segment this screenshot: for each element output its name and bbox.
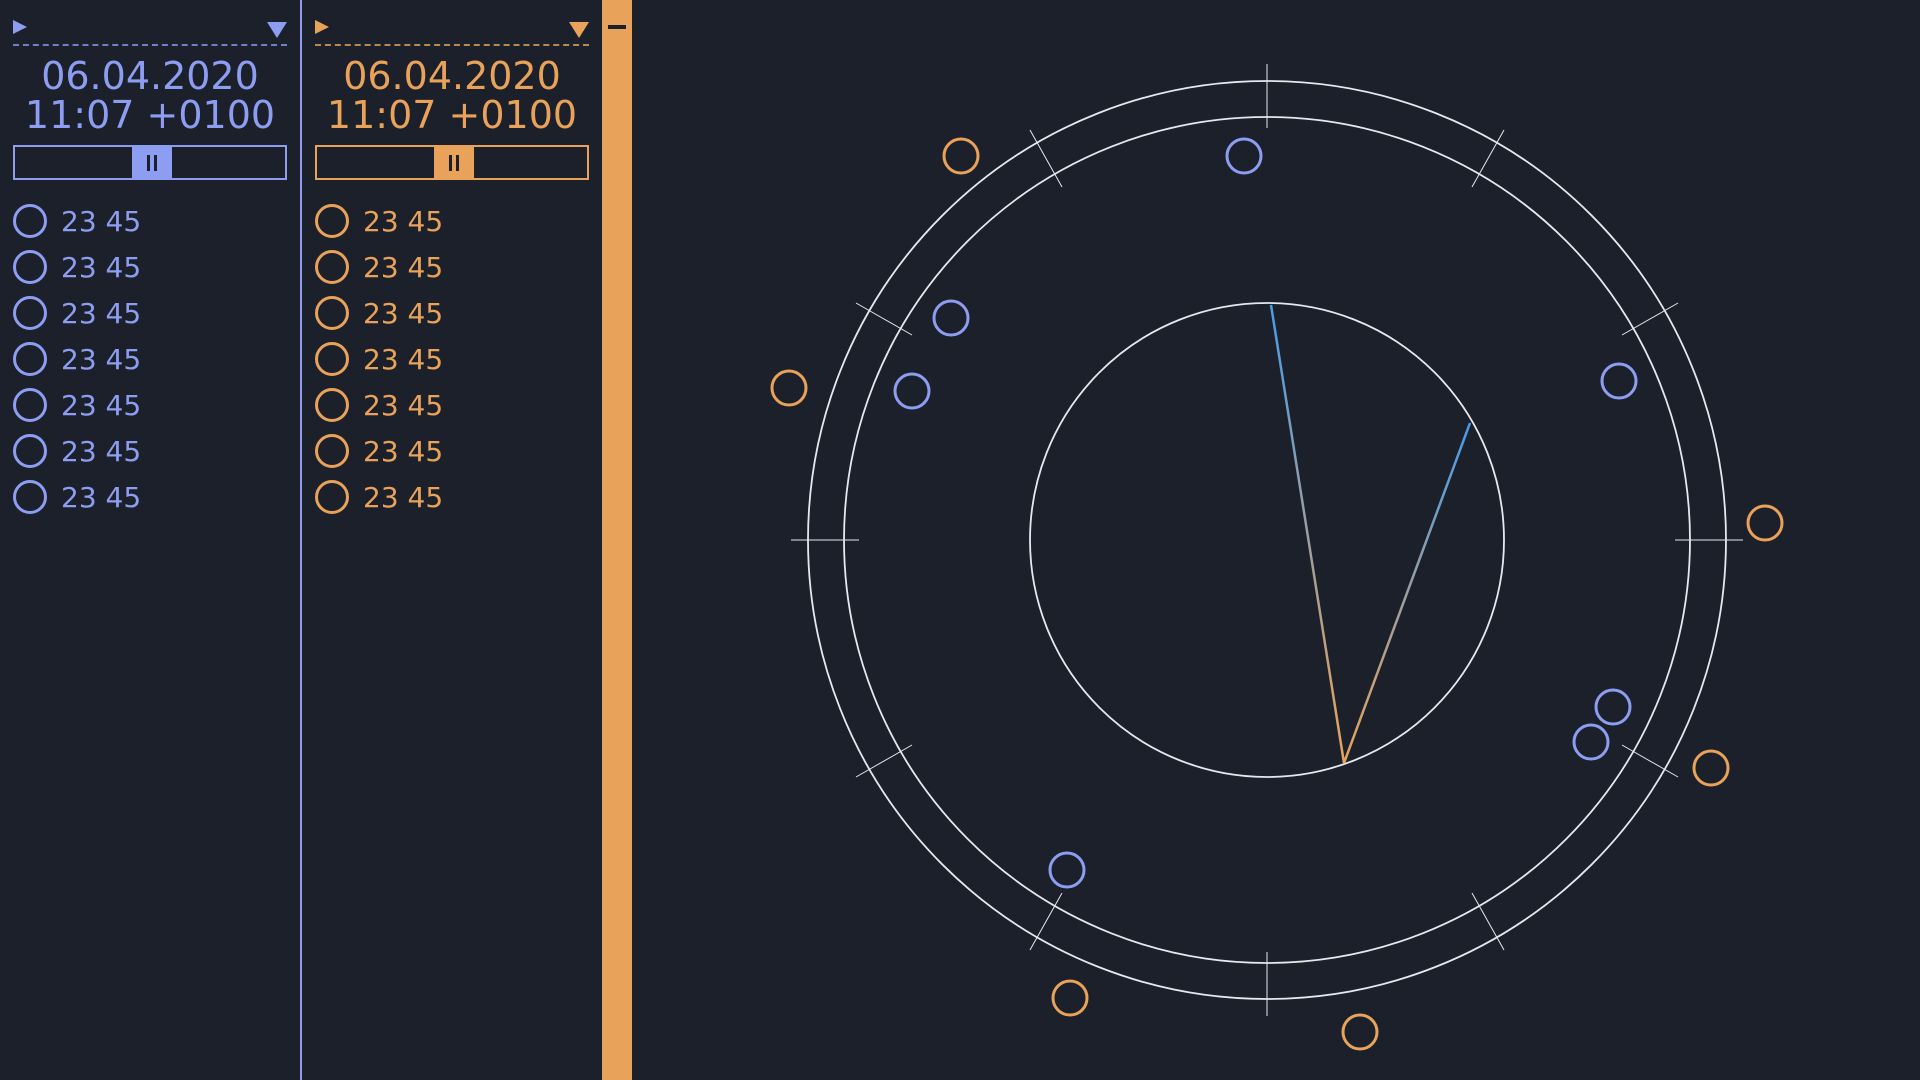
inner-ring (1029, 302, 1505, 778)
circle-icon (13, 388, 47, 422)
circle-icon (315, 296, 349, 330)
panel-b-header (315, 14, 589, 46)
cusp-ticks (791, 64, 1743, 1016)
circle-icon (13, 434, 47, 468)
list-item-value: 23 45 (363, 434, 444, 468)
planet-marker (1746, 504, 1784, 542)
chevron-down-icon[interactable] (569, 22, 589, 38)
middle-ring (843, 116, 1691, 964)
list-item[interactable]: 23 45 (13, 244, 141, 290)
play-icon[interactable] (13, 20, 27, 34)
planet-marker (1692, 749, 1730, 787)
panel-a-time[interactable]: 11:07 +0100 (0, 95, 300, 135)
list-item[interactable]: 23 45 (315, 428, 443, 474)
panel-b-time-slider[interactable] (315, 145, 589, 180)
list-item[interactable]: 23 45 (13, 336, 141, 382)
planet-marker (1572, 723, 1610, 761)
planet-marker (1594, 688, 1632, 726)
panel-a-list: 23 45 23 45 23 45 23 45 23 45 23 45 23 4… (13, 198, 141, 520)
circle-icon (13, 342, 47, 376)
list-item[interactable]: 23 45 (13, 290, 141, 336)
list-item-value: 23 45 (61, 342, 142, 376)
list-item[interactable]: 23 45 (315, 336, 443, 382)
list-item-value: 23 45 (61, 480, 142, 514)
list-item-value: 23 45 (61, 296, 142, 330)
outer-ring (807, 80, 1727, 1000)
list-item-value: 23 45 (363, 204, 444, 238)
list-item[interactable]: 23 45 (13, 474, 141, 520)
list-item[interactable]: 23 45 (315, 474, 443, 520)
circle-icon (315, 342, 349, 376)
chevron-down-icon[interactable] (267, 22, 287, 38)
panel-divider[interactable] (602, 0, 632, 1080)
circle-icon (315, 388, 349, 422)
list-item[interactable]: 23 45 (315, 244, 443, 290)
aspect-lines (1269, 304, 1472, 764)
circle-icon (315, 204, 349, 238)
planet-marker (770, 369, 808, 407)
planet-marker (1051, 979, 1089, 1017)
wheel-rings (807, 80, 1727, 1000)
list-item-value: 23 45 (61, 250, 142, 284)
list-item-value: 23 45 (363, 342, 444, 376)
planet-marker (1341, 1013, 1379, 1051)
circle-icon (315, 250, 349, 284)
list-item[interactable]: 23 45 (315, 290, 443, 336)
aspect-line (1269, 304, 1346, 764)
chart-panel-b: 06.04.2020 11:07 +0100 23 45 23 45 23 45… (302, 0, 602, 1080)
play-icon[interactable] (315, 20, 329, 34)
chart-wheel[interactable] (632, 0, 1920, 1080)
list-item-value: 23 45 (61, 388, 142, 422)
list-item-value: 23 45 (61, 204, 142, 238)
list-item-value: 23 45 (363, 250, 444, 284)
circle-icon (13, 296, 47, 330)
planet-marker (1225, 137, 1263, 175)
circle-icon (13, 204, 47, 238)
panel-a-time-slider[interactable] (13, 145, 287, 180)
circle-icon (315, 480, 349, 514)
pause-icon[interactable] (434, 147, 474, 178)
circle-icon (13, 250, 47, 284)
panel-b-date[interactable]: 06.04.2020 (302, 56, 602, 96)
planet-marker (932, 299, 970, 337)
chart-b-planets (770, 137, 1784, 1051)
list-item-value: 23 45 (363, 388, 444, 422)
list-item[interactable]: 23 45 (13, 428, 141, 474)
panel-b-list: 23 45 23 45 23 45 23 45 23 45 23 45 23 4… (315, 198, 443, 520)
planet-marker (942, 137, 980, 175)
list-item[interactable]: 23 45 (315, 382, 443, 428)
list-item[interactable]: 23 45 (13, 382, 141, 428)
planet-marker (893, 372, 931, 410)
minus-icon[interactable] (608, 25, 626, 29)
circle-icon (13, 480, 47, 514)
list-item-value: 23 45 (61, 434, 142, 468)
list-item[interactable]: 23 45 (315, 198, 443, 244)
planet-marker (1048, 851, 1086, 889)
chart-a-planets (893, 137, 1638, 889)
list-item-value: 23 45 (363, 480, 444, 514)
chart-panel-a: 06.04.2020 11:07 +0100 23 45 23 45 23 45… (0, 0, 302, 1080)
pause-icon[interactable] (132, 147, 172, 178)
list-item[interactable]: 23 45 (13, 198, 141, 244)
panel-a-date[interactable]: 06.04.2020 (0, 56, 300, 96)
aspect-line (1342, 422, 1472, 764)
planet-marker (1600, 362, 1638, 400)
circle-icon (315, 434, 349, 468)
panel-b-time[interactable]: 11:07 +0100 (302, 95, 602, 135)
panel-a-header (13, 14, 287, 46)
list-item-value: 23 45 (363, 296, 444, 330)
